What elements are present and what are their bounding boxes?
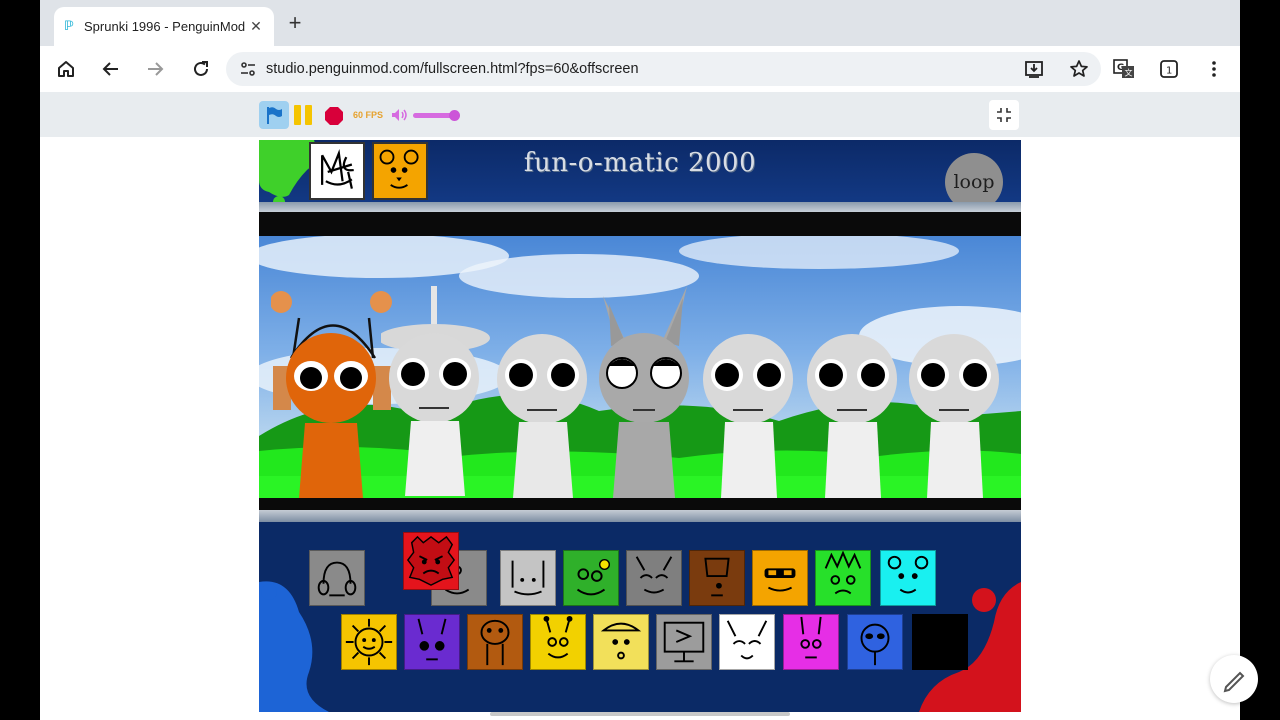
penguinmod-favicon-icon: ℙ — [64, 18, 74, 34]
brown-icon[interactable] — [689, 550, 745, 606]
blue-alien-icon[interactable] — [847, 614, 903, 670]
player-controls-bar: 60 FPS — [40, 92, 1240, 137]
pause-icon[interactable] — [294, 105, 314, 125]
svg-text:1: 1 — [1166, 66, 1172, 77]
yellow-hat-icon[interactable] — [593, 614, 649, 670]
black-icon[interactable] — [912, 614, 968, 670]
gray-character-3[interactable] — [487, 332, 597, 498]
exit-fullscreen-icon[interactable] — [989, 100, 1019, 130]
stop-icon[interactable] — [324, 106, 344, 126]
gray-character-5[interactable] — [693, 332, 803, 498]
back-icon[interactable] — [99, 57, 123, 81]
site-info-icon[interactable] — [238, 61, 258, 77]
volume-slider-knob[interactable] — [449, 110, 460, 121]
forward-icon[interactable] — [143, 57, 167, 81]
bookmark-star-icon[interactable] — [1067, 57, 1091, 81]
scene-backdrop — [259, 236, 1021, 498]
svg-text:文: 文 — [1125, 68, 1133, 78]
reload-icon[interactable] — [189, 57, 213, 81]
yellow-sun-icon[interactable] — [341, 614, 397, 670]
orange-glasses-icon[interactable] — [752, 550, 808, 606]
top-rail — [259, 202, 1021, 212]
game-stage[interactable]: fun-o-matic 2000 loop — [259, 140, 1021, 712]
gray-headphones-icon[interactable] — [309, 550, 365, 606]
browser-window: ℙ Sprunki 1996 - PenguinMod ✕ + studio.p… — [40, 0, 1240, 720]
tab-sprunki[interactable]: ℙ Sprunki 1996 - PenguinMod ✕ — [54, 7, 274, 46]
light-gray-icon[interactable] — [500, 550, 556, 606]
white-cat-icon[interactable] — [719, 614, 775, 670]
home-icon[interactable] — [54, 57, 78, 81]
address-bar[interactable]: studio.penguinmod.com/fullscreen.html?fp… — [226, 52, 1101, 86]
green-flag-icon[interactable] — [259, 101, 289, 129]
gray-character-7[interactable] — [899, 332, 1009, 498]
game-title: fun-o-matic 2000 — [523, 148, 757, 178]
yellow-antenna-icon[interactable] — [530, 614, 586, 670]
brown-tall-icon[interactable] — [467, 614, 523, 670]
icon-tray — [259, 522, 1021, 712]
edit-pencil-icon[interactable] — [1210, 655, 1258, 703]
install-app-icon[interactable] — [1022, 57, 1046, 81]
orange-antenna-character[interactable] — [270, 288, 395, 498]
purple-icon[interactable] — [404, 614, 460, 670]
green-flower-icon[interactable] — [563, 550, 619, 606]
gray-character-6[interactable] — [797, 332, 907, 498]
translate-icon[interactable]: G文 — [1112, 57, 1136, 81]
fps-indicator: 60 FPS — [353, 110, 384, 120]
menu-icon[interactable] — [1202, 57, 1226, 81]
tab-strip: ℙ Sprunki 1996 - PenguinMod ✕ + — [40, 0, 1240, 46]
new-tab-button[interactable]: + — [284, 12, 306, 34]
cyan-bear-icon[interactable] — [880, 550, 936, 606]
url-text[interactable]: studio.penguinmod.com/fullscreen.html?fp… — [266, 61, 639, 77]
red-angry-icon[interactable] — [403, 532, 459, 590]
gray-cat-ears-character[interactable] — [589, 286, 699, 498]
lime-spiky-icon[interactable] — [815, 550, 871, 606]
gray-hat-character[interactable] — [378, 286, 491, 498]
gray-tv-icon[interactable] — [656, 614, 712, 670]
volume-icon[interactable] — [391, 108, 409, 122]
gray-cat-icon[interactable] — [626, 550, 682, 606]
close-tab-icon[interactable]: ✕ — [248, 18, 264, 35]
bottom-rail — [259, 510, 1021, 522]
tab-count-icon[interactable]: 1 — [1157, 57, 1181, 81]
browser-toolbar: studio.penguinmod.com/fullscreen.html?fp… — [40, 46, 1240, 92]
horizontal-scrollbar[interactable] — [490, 712, 790, 716]
tab-title: Sprunki 1996 - PenguinMod — [84, 19, 246, 34]
magenta-bunny-icon[interactable] — [783, 614, 839, 670]
top-black-bar — [259, 212, 1021, 236]
